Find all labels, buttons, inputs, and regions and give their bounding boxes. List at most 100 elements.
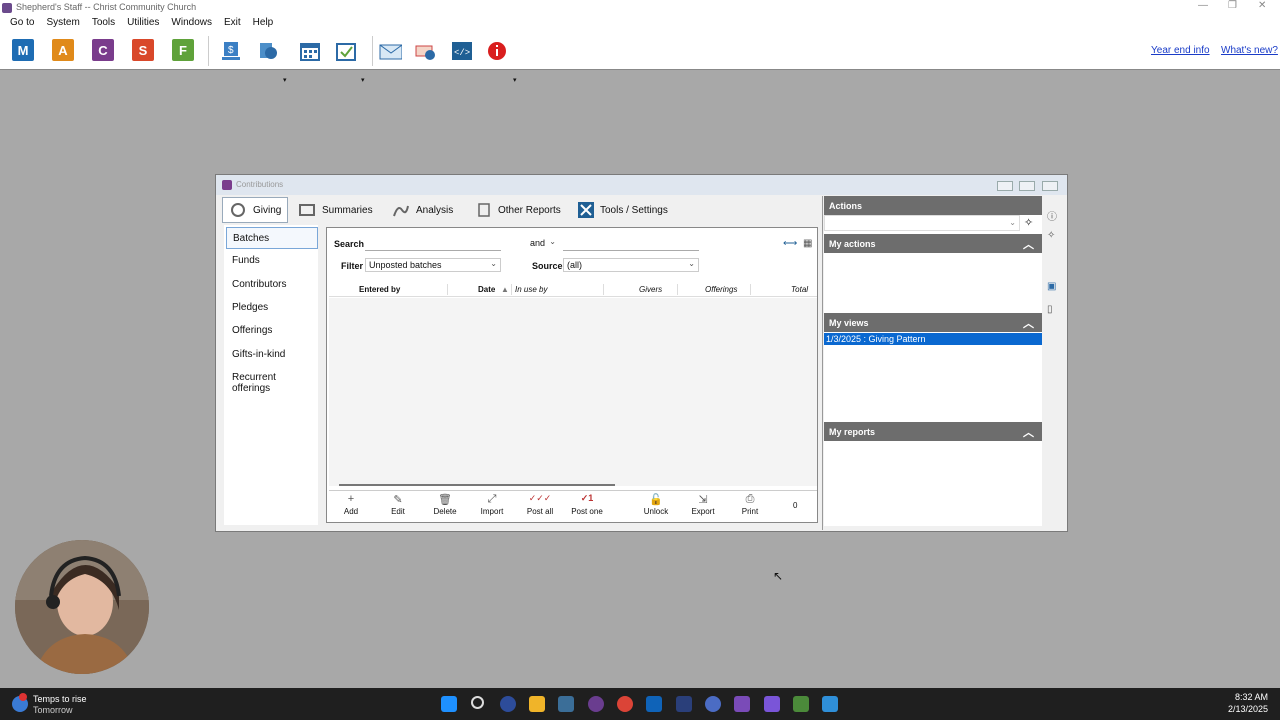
code-icon[interactable]: </>	[450, 39, 474, 63]
grid-settings-icon[interactable]: ▦	[803, 238, 812, 249]
calendar-check-icon[interactable]	[334, 39, 358, 63]
menu-tools[interactable]: Tools	[86, 16, 121, 32]
menu-help[interactable]: Help	[247, 16, 280, 32]
col-in-use-by[interactable]: In use by	[515, 285, 547, 294]
search-input[interactable]	[365, 237, 501, 251]
tab-summaries[interactable]: Summaries	[292, 197, 379, 223]
col-date[interactable]: Date	[478, 285, 495, 294]
globe-document-icon[interactable]	[256, 39, 280, 63]
pen-icon[interactable]	[734, 696, 750, 712]
menu-utilities[interactable]: Utilities	[121, 16, 165, 32]
col-offerings[interactable]: Offerings	[705, 285, 737, 294]
export-icon: ⇲	[698, 494, 708, 506]
minimize-icon[interactable]: —	[1198, 0, 1208, 11]
source-select[interactable]: (all) ⌄	[563, 258, 699, 272]
dropdown-arrow-icon[interactable]: ▾	[283, 76, 287, 84]
pin-icon[interactable]: ✧	[1047, 230, 1055, 241]
tab-other-reports[interactable]: Other Reports	[470, 197, 567, 223]
finance-app-icon[interactable]: F	[172, 39, 194, 61]
settings-icon[interactable]	[705, 696, 721, 712]
my-reports-header[interactable]: My reports ︿	[824, 422, 1042, 441]
search-icon[interactable]	[471, 696, 484, 709]
slack-icon[interactable]	[588, 696, 604, 712]
add-button[interactable]: + Add	[329, 493, 373, 516]
calculator-icon[interactable]: ▯	[1047, 304, 1053, 315]
store-icon[interactable]	[558, 696, 574, 712]
contributions-app-icon[interactable]: C	[92, 39, 114, 61]
collapse-icon[interactable]: ︿	[1023, 236, 1034, 252]
expand-icon[interactable]: ⟷	[783, 238, 797, 249]
collapse-icon[interactable]: ︿	[1023, 424, 1034, 440]
statement-icon[interactable]: $	[219, 39, 243, 63]
print-button[interactable]: ⎙ Print	[728, 493, 772, 516]
import-button[interactable]: ⤢ Import	[470, 493, 514, 516]
email-send-icon[interactable]	[414, 39, 438, 63]
sidebar-item-recurrent-offerings[interactable]: Recurrent offerings	[226, 367, 318, 394]
col-entered-by[interactable]: Entered by	[359, 285, 400, 294]
shepherds-staff-taskbar-icon[interactable]	[793, 696, 809, 712]
my-actions-header[interactable]: My actions ︿	[824, 234, 1042, 253]
menu-exit[interactable]: Exit	[218, 16, 247, 32]
operator-select[interactable]: and ⌄	[527, 237, 559, 251]
restore-icon[interactable]: ❐	[1228, 0, 1237, 11]
calendar-icon[interactable]	[298, 39, 322, 63]
filter-select[interactable]: Unposted batches ⌄	[365, 258, 501, 272]
col-total[interactable]: Total	[791, 285, 808, 294]
scheduling-app-icon[interactable]: S	[132, 39, 154, 61]
clock-time[interactable]: 8:32 AM	[1235, 692, 1268, 702]
tab-analysis[interactable]: Analysis	[386, 197, 459, 223]
menu-windows[interactable]: Windows	[165, 16, 218, 32]
mail-icon[interactable]	[378, 39, 402, 63]
window-tool-icon[interactable]: ▣	[1047, 281, 1056, 292]
sidebar-item-funds[interactable]: Funds	[226, 250, 318, 272]
search-input-2[interactable]	[563, 237, 699, 251]
dropdown-arrow-icon[interactable]: ▾	[361, 76, 365, 84]
attendance-app-icon[interactable]: A	[52, 39, 74, 61]
panel-splitter[interactable]	[822, 196, 823, 530]
help-icon[interactable]: ⓘ	[1047, 208, 1057, 223]
post-one-button[interactable]: ✓1 Post one	[565, 493, 609, 516]
window-minimize-button[interactable]	[997, 181, 1013, 191]
dropdown-arrow-icon[interactable]: ▾	[513, 76, 517, 84]
window-maximize-button[interactable]	[1019, 181, 1035, 191]
edit-button[interactable]: ✎ Edit	[376, 493, 420, 516]
menu-system[interactable]: System	[40, 16, 85, 32]
export-button[interactable]: ⇲ Export	[681, 493, 725, 516]
webcam-overlay	[15, 540, 149, 674]
unlock-button[interactable]: 🔓 Unlock	[634, 493, 678, 516]
file-explorer-icon[interactable]	[529, 696, 545, 712]
clock-date[interactable]: 2/13/2025	[1228, 704, 1268, 714]
col-givers[interactable]: Givers	[639, 285, 662, 294]
outlook-icon[interactable]	[646, 696, 662, 712]
view-item[interactable]: 1/3/2025 : Giving Pattern	[824, 333, 1042, 345]
my-views-header[interactable]: My views ︿	[824, 313, 1042, 332]
year-end-info-link[interactable]: Year end info	[1151, 45, 1210, 56]
info-icon[interactable]	[485, 39, 509, 63]
copilot-icon[interactable]	[500, 696, 516, 712]
app-icon[interactable]	[676, 696, 692, 712]
app-icon[interactable]	[764, 696, 780, 712]
whats-new-link[interactable]: What's new?	[1221, 45, 1278, 56]
membership-app-icon[interactable]: M	[12, 39, 34, 61]
window-close-button[interactable]	[1042, 181, 1058, 191]
menu-goto[interactable]: Go to	[4, 16, 40, 32]
collapse-icon[interactable]: ︿	[1023, 315, 1034, 331]
notepad-icon[interactable]	[822, 696, 838, 712]
actions-select[interactable]: ⌄	[824, 215, 1020, 231]
sidebar-item-offerings[interactable]: Offerings	[226, 320, 318, 342]
delete-button[interactable]: 🗑 Delete	[423, 493, 467, 516]
operator-value: and	[530, 238, 546, 248]
chrome-icon[interactable]	[617, 696, 633, 712]
batches-grid[interactable]	[329, 298, 817, 486]
pin-icon[interactable]: ✧	[1024, 216, 1033, 229]
sidebar-item-pledges[interactable]: Pledges	[226, 297, 318, 319]
horizontal-scrollbar[interactable]	[339, 484, 615, 486]
tab-giving[interactable]: Giving	[222, 197, 289, 223]
post-all-button[interactable]: ✓✓✓ Post all	[518, 493, 562, 516]
sidebar-item-gifts-in-kind[interactable]: Gifts-in-kind	[226, 344, 318, 366]
sidebar-item-contributors[interactable]: Contributors	[226, 274, 318, 296]
tab-tools-settings[interactable]: Tools / Settings	[572, 197, 674, 223]
close-icon[interactable]: ✕	[1258, 0, 1266, 11]
start-icon[interactable]	[441, 696, 457, 712]
sidebar-item-batches[interactable]: Batches	[226, 227, 318, 249]
